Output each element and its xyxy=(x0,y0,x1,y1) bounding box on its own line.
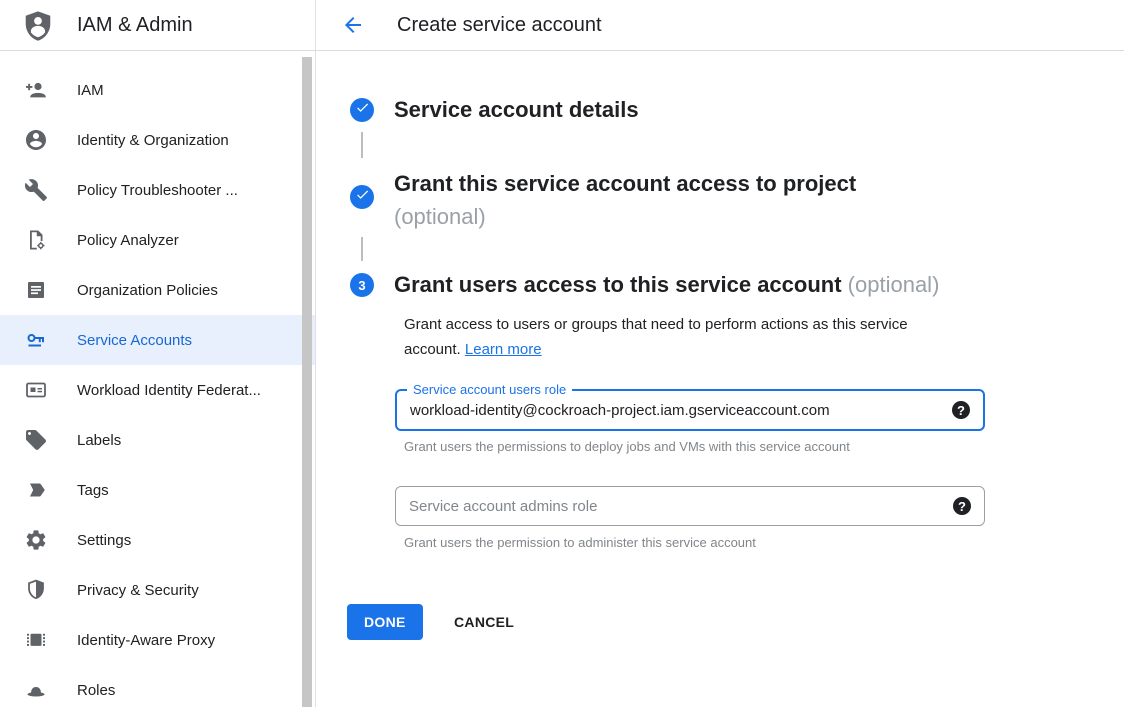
check-icon xyxy=(355,187,370,207)
help-icon[interactable]: ? xyxy=(953,497,971,515)
iam-admin-shield-icon xyxy=(22,9,54,41)
step1-complete-indicator xyxy=(350,98,374,122)
page-header: Create service account xyxy=(316,0,1124,50)
sidebar-item-policy-analyzer[interactable]: Policy Analyzer xyxy=(0,215,315,265)
sidebar-nav: IAM Identity & Organization Policy Trouble… xyxy=(0,51,316,707)
back-arrow-icon xyxy=(341,13,365,37)
step1-title: Service account details xyxy=(394,96,639,124)
sidebar-item-label: Workload Identity Federat... xyxy=(77,382,261,399)
policy-analyzer-icon xyxy=(24,228,48,252)
shield-half-icon xyxy=(24,578,48,602)
account-circle-icon xyxy=(24,128,48,152)
gear-icon xyxy=(24,528,48,552)
sidebar-item-roles[interactable]: Roles xyxy=(0,665,315,707)
done-button[interactable]: DONE xyxy=(347,604,423,640)
wrench-icon xyxy=(24,178,48,202)
step-connector xyxy=(361,132,363,158)
users-role-field-container: Service account users role ? xyxy=(395,389,985,431)
admins-role-field-container: ? xyxy=(395,486,985,526)
sidebar-scrollbar[interactable] xyxy=(302,57,312,707)
person-add-icon xyxy=(24,78,48,102)
main-content: Service account details Grant this servi… xyxy=(316,51,1124,707)
back-button[interactable] xyxy=(341,13,365,37)
card-icon xyxy=(24,378,48,402)
label-icon xyxy=(24,428,48,452)
step2-title: Grant this service account access to pro… xyxy=(394,167,954,233)
users-role-input[interactable] xyxy=(397,391,983,429)
hat-icon xyxy=(24,678,48,702)
sidebar-item-label: Organization Policies xyxy=(77,282,218,299)
product-header: IAM & Admin xyxy=(0,0,316,50)
page-title: Create service account xyxy=(397,14,602,37)
sidebar-item-iam[interactable]: IAM xyxy=(0,65,315,115)
sidebar-item-service-accounts[interactable]: Service Accounts xyxy=(0,315,315,365)
step3-title-text: Grant users access to this service accou… xyxy=(394,272,842,297)
sidebar-item-label: Tags xyxy=(77,482,109,499)
step3-title: Grant users access to this service accou… xyxy=(394,271,1034,299)
sidebar-item-organization-policies[interactable]: Organization Policies xyxy=(0,265,315,315)
sidebar-item-label: IAM xyxy=(77,82,104,99)
step3-description: Grant access to users or groups that nee… xyxy=(404,312,966,362)
sidebar-item-settings[interactable]: Settings xyxy=(0,515,315,565)
sidebar-item-privacy-security[interactable]: Privacy & Security xyxy=(0,565,315,615)
cancel-button[interactable]: CANCEL xyxy=(446,604,522,640)
top-bar: IAM & Admin Create service account xyxy=(0,0,1124,51)
step2-optional-label: (optional) xyxy=(394,204,486,229)
sidebar-item-tags[interactable]: Tags xyxy=(0,465,315,515)
step3-number-indicator: 3 xyxy=(350,273,374,297)
help-icon[interactable]: ? xyxy=(952,401,970,419)
step2-complete-indicator xyxy=(350,185,374,209)
sidebar-item-label: Identity & Organization xyxy=(77,132,229,149)
sidebar-item-label: Policy Analyzer xyxy=(77,232,179,249)
sidebar-item-policy-troubleshooter[interactable]: Policy Troubleshooter ... xyxy=(0,165,315,215)
sidebar-item-workload-identity-federat[interactable]: Workload Identity Federat... xyxy=(0,365,315,415)
admins-role-helper-text: Grant users the permission to administer… xyxy=(404,535,756,550)
iap-icon xyxy=(24,628,48,652)
step3-optional-label: (optional) xyxy=(848,272,940,297)
tag-icon xyxy=(24,478,48,502)
product-title: IAM & Admin xyxy=(77,14,193,37)
article-icon xyxy=(24,278,48,302)
sidebar-item-label: Settings xyxy=(77,532,131,549)
check-icon xyxy=(355,100,370,120)
step3-number: 3 xyxy=(358,278,365,293)
sidebar-item-label: Policy Troubleshooter ... xyxy=(77,182,238,199)
sidebar-item-label: Labels xyxy=(77,432,121,449)
learn-more-link[interactable]: Learn more xyxy=(465,341,542,358)
sidebar-item-identity-organization[interactable]: Identity & Organization xyxy=(0,115,315,165)
sidebar-item-identity-aware-proxy[interactable]: Identity-Aware Proxy xyxy=(0,615,315,665)
admins-role-input[interactable] xyxy=(396,487,984,525)
sidebar-item-label: Identity-Aware Proxy xyxy=(77,632,215,649)
create-service-account-page: IAM & Admin Create service account IAM Id… xyxy=(0,0,1124,707)
users-role-helper-text: Grant users the permissions to deploy jo… xyxy=(404,439,850,454)
step-connector xyxy=(361,237,363,261)
step2-title-text: Grant this service account access to pro… xyxy=(394,171,856,196)
service-account-icon xyxy=(24,328,48,352)
sidebar-item-label: Service Accounts xyxy=(77,332,192,349)
sidebar-item-labels[interactable]: Labels xyxy=(0,415,315,465)
sidebar-item-label: Privacy & Security xyxy=(77,582,199,599)
sidebar-item-label: Roles xyxy=(77,682,115,699)
